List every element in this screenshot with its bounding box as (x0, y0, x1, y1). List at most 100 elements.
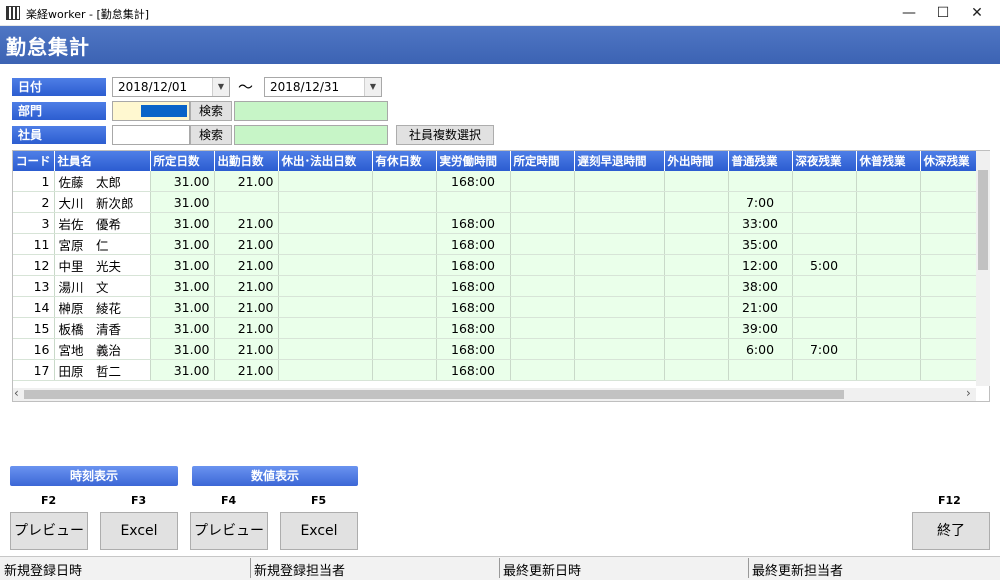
value-preview-button[interactable]: プレビュー (190, 512, 268, 550)
table-cell[interactable] (664, 317, 729, 339)
table-cell[interactable] (920, 296, 985, 318)
table-cell[interactable] (372, 254, 437, 276)
table-cell[interactable] (920, 212, 985, 234)
cell-code[interactable]: 14 (13, 296, 55, 318)
table-cell[interactable] (574, 254, 665, 276)
table-cell[interactable]: 31.00 (150, 359, 215, 381)
table-cell[interactable] (278, 359, 373, 381)
table-cell[interactable]: 21:00 (728, 296, 793, 318)
col-header[interactable]: 休出･法出日数 (278, 151, 373, 171)
table-cell[interactable] (856, 296, 921, 318)
table-cell[interactable]: 5:00 (792, 254, 857, 276)
scroll-right-icon[interactable]: › (966, 386, 971, 400)
table-row[interactable]: 14 榊原 綾花 31.00 21.00 168:00 21:00 (13, 296, 985, 318)
table-cell[interactable] (920, 171, 985, 192)
table-cell[interactable] (574, 296, 665, 318)
table-cell[interactable]: 31.00 (150, 254, 215, 276)
table-cell[interactable] (856, 171, 921, 192)
table-cell[interactable]: 21.00 (214, 338, 279, 360)
table-cell[interactable] (510, 233, 575, 255)
table-cell[interactable] (278, 212, 373, 234)
col-header[interactable]: 所定日数 (150, 151, 215, 171)
table-cell[interactable] (920, 254, 985, 276)
table-cell[interactable] (856, 254, 921, 276)
table-cell[interactable] (436, 191, 511, 213)
table-cell[interactable] (372, 191, 437, 213)
table-cell[interactable] (372, 296, 437, 318)
table-row[interactable]: 16 宮地 義治 31.00 21.00 168:00 6:00 7:00 (13, 338, 985, 360)
chevron-down-icon[interactable]: ▼ (212, 78, 229, 96)
table-cell[interactable] (278, 296, 373, 318)
table-cell[interactable]: 31.00 (150, 171, 215, 192)
cell-name[interactable]: 佐藤 太郎 (54, 171, 151, 192)
table-cell[interactable] (792, 233, 857, 255)
scroll-left-icon[interactable]: ‹ (14, 386, 19, 400)
cell-code[interactable]: 1 (13, 171, 55, 192)
table-cell[interactable] (856, 275, 921, 297)
table-cell[interactable]: 168:00 (436, 359, 511, 381)
col-header[interactable]: 深夜残業 (792, 151, 857, 171)
cell-code[interactable]: 13 (13, 275, 55, 297)
table-row[interactable]: 11 宮原 仁 31.00 21.00 168:00 35:00 (13, 233, 985, 255)
cell-code[interactable]: 15 (13, 317, 55, 339)
table-row[interactable]: 2 大川 新次郎 31.00 7:00 (13, 191, 985, 213)
table-cell[interactable] (856, 212, 921, 234)
table-cell[interactable] (664, 359, 729, 381)
table-cell[interactable]: 39:00 (728, 317, 793, 339)
table-cell[interactable] (372, 171, 437, 192)
table-cell[interactable] (372, 317, 437, 339)
table-cell[interactable] (214, 191, 279, 213)
table-cell[interactable] (728, 171, 793, 192)
emp-search-button[interactable]: 検索 (190, 125, 232, 145)
table-cell[interactable] (792, 171, 857, 192)
col-header[interactable]: 外出時間 (664, 151, 729, 171)
col-header[interactable]: コード (13, 151, 55, 171)
table-cell[interactable]: 31.00 (150, 275, 215, 297)
cell-code[interactable]: 12 (13, 254, 55, 276)
table-cell[interactable]: 31.00 (150, 212, 215, 234)
table-cell[interactable] (856, 191, 921, 213)
table-cell[interactable]: 168:00 (436, 338, 511, 360)
dept-search-button[interactable]: 検索 (190, 101, 232, 121)
table-cell[interactable] (574, 359, 665, 381)
cell-name[interactable]: 宮原 仁 (54, 233, 151, 255)
table-cell[interactable]: 31.00 (150, 296, 215, 318)
table-cell[interactable] (664, 275, 729, 297)
table-row[interactable]: 13 湯川 文 31.00 21.00 168:00 38:00 (13, 275, 985, 297)
chevron-down-icon[interactable]: ▼ (364, 78, 381, 96)
table-cell[interactable]: 21.00 (214, 212, 279, 234)
table-cell[interactable]: 7:00 (792, 338, 857, 360)
table-cell[interactable] (856, 317, 921, 339)
table-cell[interactable]: 21.00 (214, 171, 279, 192)
table-cell[interactable] (792, 212, 857, 234)
col-header[interactable]: 出勤日数 (214, 151, 279, 171)
dept-code-input[interactable] (112, 101, 190, 121)
table-cell[interactable]: 168:00 (436, 212, 511, 234)
cell-name[interactable]: 中里 光夫 (54, 254, 151, 276)
vertical-scroll-thumb[interactable] (978, 170, 988, 270)
table-cell[interactable] (510, 171, 575, 192)
table-cell[interactable] (856, 338, 921, 360)
table-cell[interactable] (920, 191, 985, 213)
table-cell[interactable] (278, 233, 373, 255)
table-cell[interactable]: 33:00 (728, 212, 793, 234)
table-cell[interactable]: 168:00 (436, 254, 511, 276)
table-cell[interactable] (792, 359, 857, 381)
table-cell[interactable] (664, 338, 729, 360)
table-cell[interactable] (792, 191, 857, 213)
cell-name[interactable]: 湯川 文 (54, 275, 151, 297)
table-cell[interactable]: 31.00 (150, 317, 215, 339)
table-cell[interactable] (372, 338, 437, 360)
cell-name[interactable]: 大川 新次郎 (54, 191, 151, 213)
col-header[interactable]: 休深残業 (920, 151, 985, 171)
cell-name[interactable]: 板橋 清香 (54, 317, 151, 339)
table-cell[interactable] (664, 233, 729, 255)
table-row[interactable]: 12 中里 光夫 31.00 21.00 168:00 12:00 5:00 (13, 254, 985, 276)
table-cell[interactable] (372, 359, 437, 381)
col-header[interactable]: 所定時間 (510, 151, 575, 171)
table-cell[interactable] (278, 275, 373, 297)
table-cell[interactable]: 7:00 (728, 191, 793, 213)
table-cell[interactable] (278, 171, 373, 192)
table-cell[interactable] (278, 338, 373, 360)
table-cell[interactable]: 31.00 (150, 233, 215, 255)
